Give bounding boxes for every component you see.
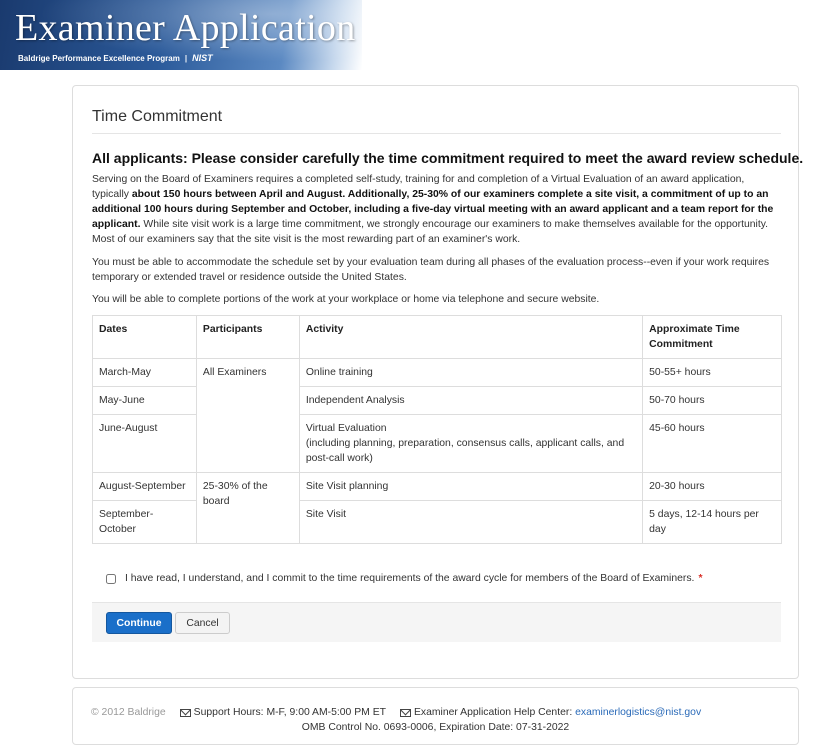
cell-activity: Independent Analysis	[298, 386, 644, 415]
cell-activity: Site Visit	[298, 500, 644, 544]
cell-participants: 25-30% of the board	[195, 472, 300, 544]
header-activity: Activity	[298, 315, 644, 359]
envelope-icon	[179, 708, 191, 717]
cell-dates: August-September	[92, 472, 197, 501]
table-row: August-September 25-30% of the board Sit…	[92, 472, 782, 544]
section-title: Time Commitment	[92, 108, 223, 125]
commitment-checkbox[interactable]	[106, 573, 116, 584]
cell-time: 5 days, 12-14 hours per day	[642, 500, 782, 544]
table-row: June-August Virtual Evaluation (including…	[92, 414, 782, 473]
app-banner: Examiner Application Baldrige Performanc…	[0, 0, 362, 70]
header-time: Approximate Time Commitment	[642, 315, 782, 359]
envelope-icon	[399, 708, 411, 717]
cell-participants: All Examiners	[195, 358, 300, 473]
header-dates: Dates	[92, 315, 197, 359]
cell-activity: Virtual Evaluation (including planning, p…	[298, 414, 644, 473]
time-commitment-table: Dates Participants Activity Approximate …	[92, 315, 782, 544]
cell-dates: May-June	[92, 386, 197, 415]
page-footer: © 2012 Baldrige Support Hours: M-F, 9:00…	[72, 687, 799, 745]
cancel-button[interactable]: Cancel	[175, 612, 230, 634]
table-row: September-October Site Visit 5 days, 12-…	[92, 500, 782, 544]
title-divider	[92, 133, 781, 134]
form-actions: Continue Cancel	[92, 602, 781, 642]
commitment-acknowledgement[interactable]: I have read, I understand, and I commit …	[106, 573, 703, 584]
header-participants: Participants	[195, 315, 300, 359]
copyright: © 2012 Baldrige	[91, 707, 166, 718]
continue-button[interactable]: Continue	[106, 612, 172, 634]
cell-dates: September-October	[92, 500, 197, 544]
help-center-label: Examiner Application Help Center:	[413, 707, 573, 718]
footer-info-line: © 2012 Baldrige Support Hours: M-F, 9:00…	[91, 707, 701, 718]
activity-note: (including planning, preparation, consen…	[305, 438, 625, 464]
cell-time: 45-60 hours	[642, 414, 782, 473]
cell-dates: June-August	[92, 414, 197, 473]
schedule-paragraph: You must be able to accommodate the sche…	[92, 257, 770, 283]
banner-separator: |	[184, 54, 188, 63]
activity-title: Virtual Evaluation	[305, 423, 387, 434]
time-commitment-panel: Time Commitment All applicants: Please c…	[72, 85, 803, 679]
banner-title: Examiner Application	[15, 7, 356, 49]
table-row: March-May All Examiners Online training …	[92, 358, 782, 473]
cell-time: 50-55+ hours	[642, 358, 782, 387]
omb-control: OMB Control No. 0693-0006, Expiration Da…	[301, 722, 570, 733]
workplace-paragraph: You will be able to complete portions of…	[92, 294, 600, 305]
cell-dates: March-May	[92, 358, 197, 387]
commitment-label: I have read, I understand, and I commit …	[125, 573, 695, 584]
banner-subtitle: Baldrige Performance Excellence Program |…	[18, 53, 213, 63]
table-row: May-June Independent Analysis 50-70 hour…	[92, 386, 782, 415]
intro-text-c: While site visit work is a large time co…	[92, 219, 769, 245]
page-heading: All applicants: Please consider carefull…	[92, 150, 804, 166]
cell-time: 50-70 hours	[642, 386, 782, 415]
cell-activity: Site Visit planning	[298, 472, 644, 501]
table-header-row: Dates Participants Activity Approximate …	[92, 315, 782, 359]
program-name: Baldrige Performance Excellence Program	[18, 54, 180, 63]
cell-activity: Online training	[298, 358, 644, 387]
required-indicator: *	[698, 573, 703, 584]
intro-paragraph: Serving on the Board of Examiners requir…	[92, 172, 784, 247]
help-email-link[interactable]: examinerlogistics@nist.gov	[575, 707, 701, 718]
support-hours: Support Hours: M-F, 9:00 AM-5:00 PM ET	[193, 707, 386, 718]
cell-time: 20-30 hours	[642, 472, 782, 501]
nist-logo: NIST	[192, 53, 213, 63]
